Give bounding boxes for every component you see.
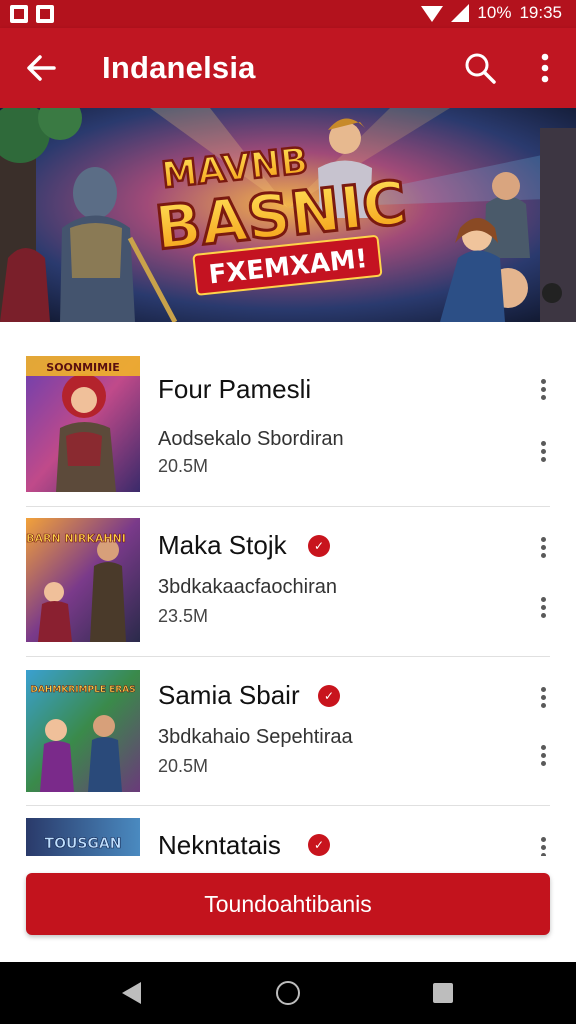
arrow-left-icon[interactable] (22, 48, 62, 88)
game-subtitle: 3bdkakaacfaochiran (158, 576, 338, 598)
game-subtitle: Aodsekalo Sbordiran (158, 428, 344, 450)
item-menu-icon[interactable] (534, 834, 552, 856)
notification-icon (10, 5, 28, 23)
svg-text:SOONMIMIE: SOONMIMIE (46, 361, 119, 374)
search-icon[interactable] (462, 50, 498, 86)
game-title: Nekntatais (158, 830, 281, 856)
game-list: SOONMIMIE Four Pamesli Aodsekalo Sbordir… (0, 322, 576, 870)
nav-home-icon[interactable] (276, 981, 300, 1005)
verified-badge-icon: ✓ (308, 535, 330, 557)
banner-artwork: MAVNB BASNIC FXEMXAM! (0, 108, 576, 322)
image-notification-icon (36, 5, 54, 23)
game-title: Samia Sbair (158, 680, 300, 710)
wifi-icon (421, 6, 444, 22)
item-menu-icon[interactable] (534, 684, 552, 714)
svg-text:TOUSGAN: TOUSGAN (45, 836, 122, 852)
divider (26, 506, 550, 507)
game-size: 20.5M (158, 756, 209, 776)
system-nav-bar (0, 962, 576, 1024)
list-item[interactable]: DAHMKRIMPLE ERAS Samia Sbair ✓ 3bdkahaio… (0, 662, 576, 806)
item-menu-icon[interactable] (534, 534, 552, 564)
nav-recents-icon[interactable] (433, 983, 453, 1003)
more-vert-icon[interactable] (530, 50, 560, 86)
app-bar: Indanelsia (0, 28, 576, 108)
verified-badge-icon: ✓ (308, 834, 330, 856)
game-thumbnail: BARN NIRKAHNI (26, 518, 140, 642)
clock: 19:35 (519, 3, 562, 22)
divider (26, 656, 550, 657)
divider (26, 805, 550, 806)
nav-back-icon[interactable] (122, 982, 141, 1004)
item-options-icon[interactable] (534, 742, 552, 772)
game-size: 20.5M (158, 456, 209, 476)
status-notification-icons (10, 5, 54, 23)
item-menu-icon[interactable] (534, 376, 552, 406)
verified-badge-icon: ✓ (318, 685, 340, 707)
game-title: Maka Stojk (158, 530, 287, 560)
signal-icon (451, 4, 470, 22)
item-options-icon[interactable] (534, 594, 552, 624)
game-thumbnail: SOONMIMIE (26, 356, 140, 492)
battery-level: 10% (477, 3, 512, 22)
item-options-icon[interactable] (534, 438, 552, 468)
svg-text:BARN NIRKAHNI: BARN NIRKAHNI (26, 532, 126, 545)
game-subtitle: 3bdkahaio Sepehtiraa (158, 726, 353, 748)
list-item[interactable]: BARN NIRKAHNI Maka Stojk ✓ 3bdkakaacfaoc… (0, 512, 576, 657)
page-title: Indanelsia (102, 50, 256, 85)
svg-text:DAHMKRIMPLE ERAS: DAHMKRIMPLE ERAS (30, 685, 135, 695)
list-item[interactable]: TOUSGAN Nekntatais ✓ (0, 812, 576, 856)
game-size: 23.5M (158, 606, 209, 626)
game-thumbnail: DAHMKRIMPLE ERAS (26, 670, 140, 792)
game-title: Four Pamesli (158, 374, 312, 404)
list-item[interactable]: SOONMIMIE Four Pamesli Aodsekalo Sbordir… (0, 352, 576, 504)
status-bar: 10% 19:35 (0, 0, 576, 28)
promo-banner[interactable]: MAVNB BASNIC FXEMXAM! (0, 108, 576, 322)
game-thumbnail: TOUSGAN (26, 818, 140, 856)
primary-action-button[interactable]: Toundoahtibanis (26, 873, 550, 935)
